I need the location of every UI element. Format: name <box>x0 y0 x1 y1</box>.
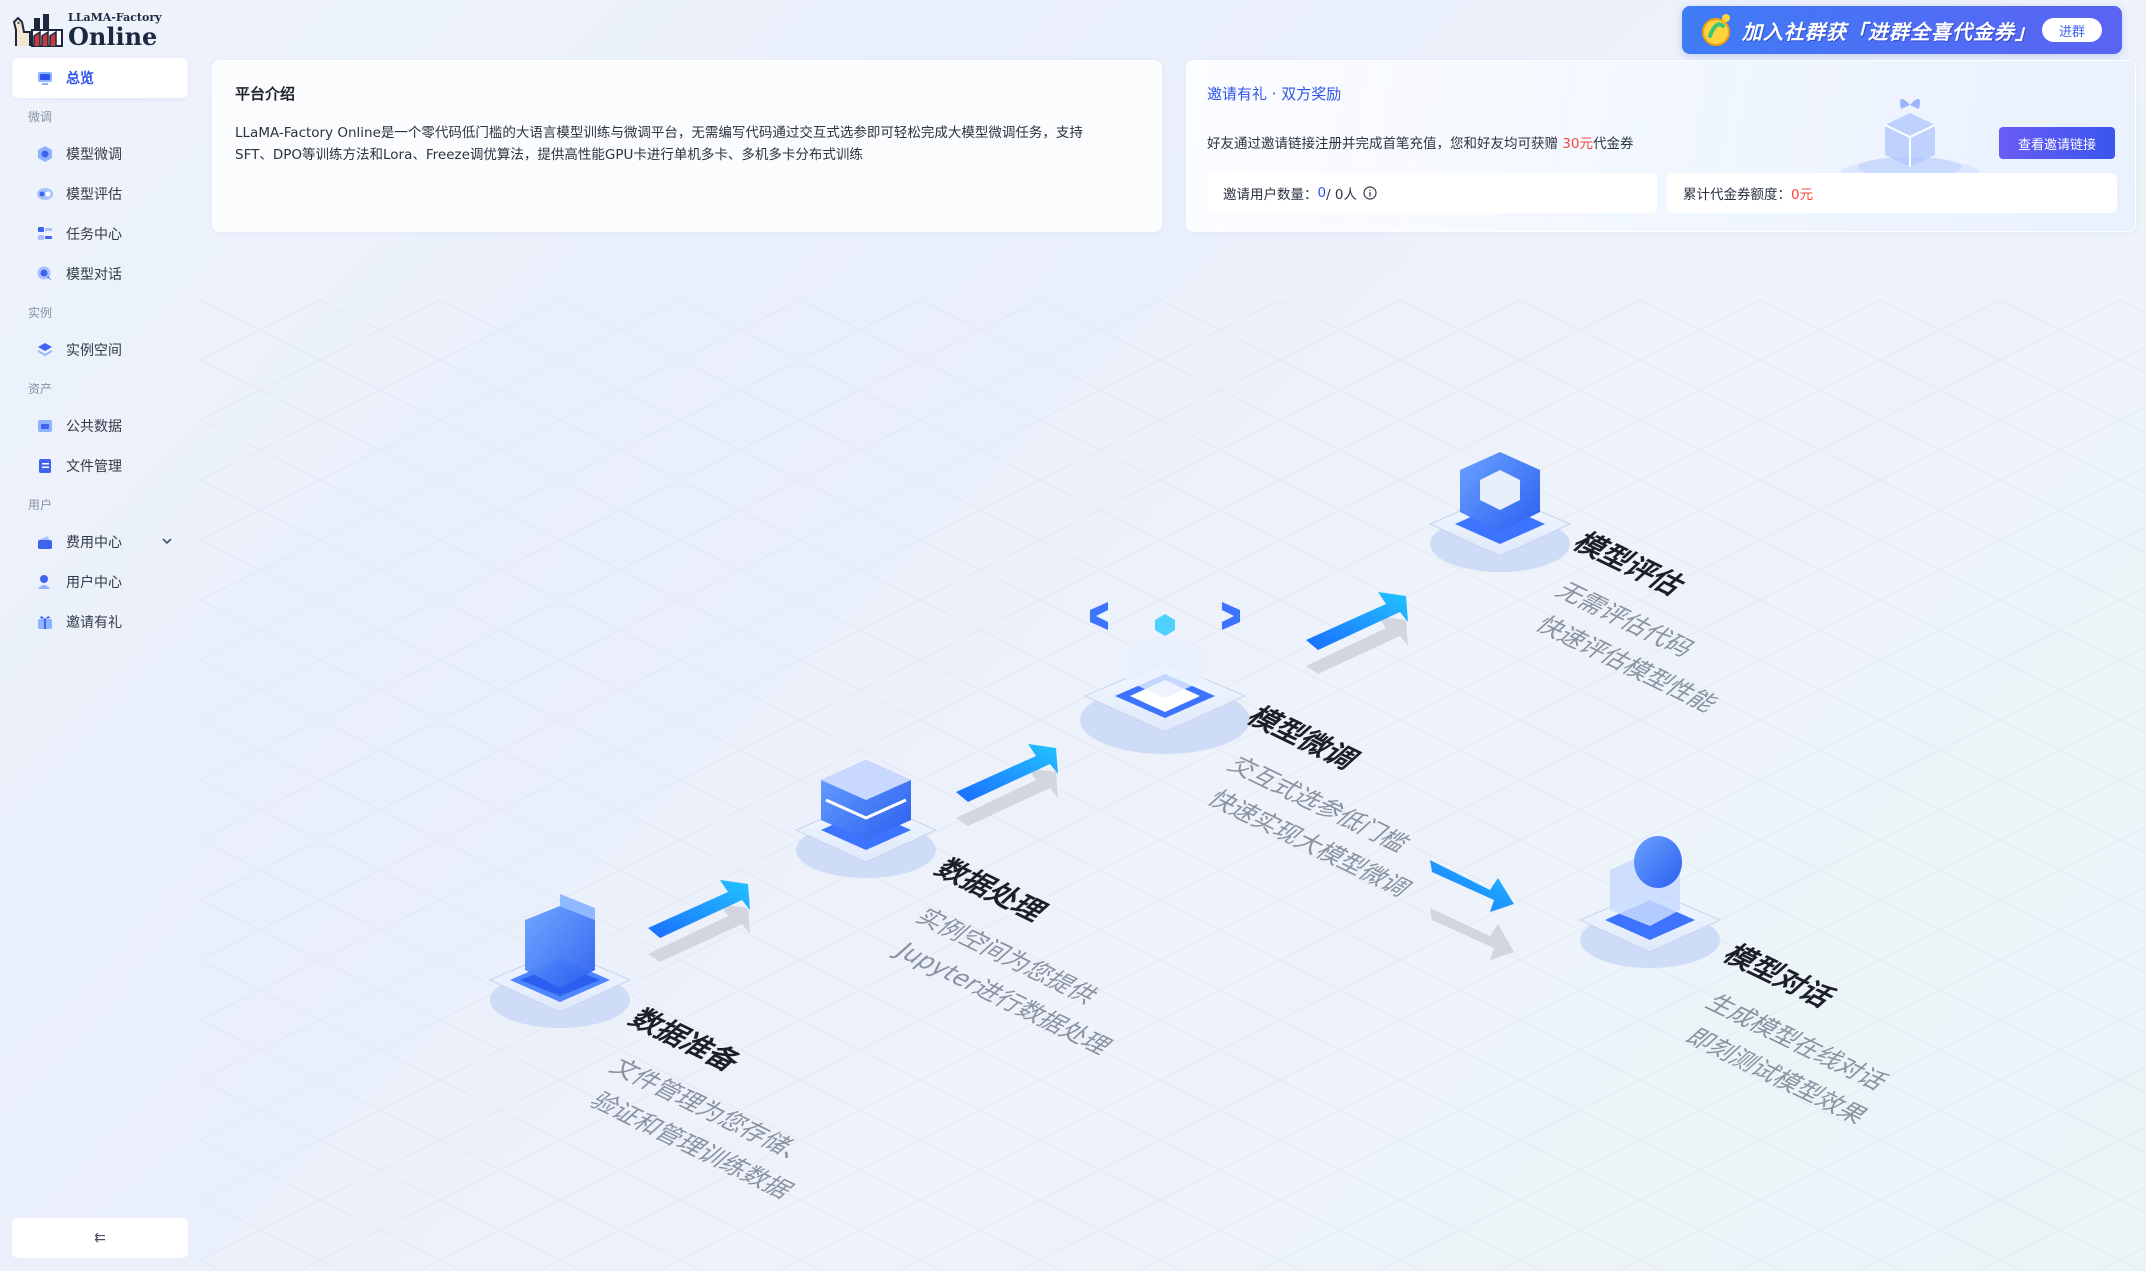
info-icon[interactable] <box>1363 186 1377 200</box>
invite-reward-amount: 30元 <box>1562 136 1593 152</box>
task-list-icon <box>36 225 54 243</box>
invite-card: 邀请有礼 · 双方奖励 好友通过邀请链接注册并完成首笔充值，您和好友均可获赠 3… <box>1186 60 2136 232</box>
evaluation-illustration <box>1428 452 1572 572</box>
step-title-finetune: 模型微调 <box>1239 701 1367 775</box>
logo[interactable]: LLaMA-Factory Online <box>12 8 162 52</box>
layers-icon <box>36 341 54 359</box>
platform-intro-card: 平台介绍 LLaMA-Factory Online是一个零代码低门槛的大语言模型… <box>212 60 1162 232</box>
nav-label: 公共数据 <box>66 419 122 435</box>
view-invite-link-button[interactable]: 查看邀请链接 <box>1999 127 2115 159</box>
data-prep-illustration <box>488 894 632 1028</box>
invited-users-label: 邀请用户数量： <box>1223 187 1318 203</box>
nav-item-task-center[interactable]: 任务中心 <box>12 214 188 254</box>
file-icon <box>36 457 54 475</box>
flow-arrows <box>648 592 1514 962</box>
nav-label: 邀请有礼 <box>66 615 122 631</box>
nav-item-user-center[interactable]: 用户中心 <box>12 562 188 602</box>
step-desc-chat-1: 生成模型在线对话 <box>1699 990 1895 1095</box>
invited-users-stat: 邀请用户数量： 0 / 0人 <box>1207 173 1657 213</box>
llama-factory-logo-icon <box>12 14 63 47</box>
step-title-chat: 模型对话 <box>1715 939 1843 1013</box>
gift-icon <box>36 613 54 631</box>
step-desc-chat-2: 即刻测试模型效果 <box>1679 1024 1875 1129</box>
nav-label: 任务中心 <box>66 227 122 243</box>
nav-item-public-data[interactable]: 公共数据 <box>12 406 188 446</box>
evaluate-icon <box>36 185 54 203</box>
finetune-icon <box>36 145 54 163</box>
step-desc-data-processing-1: 实例空间为您提供 <box>909 904 1105 1009</box>
total-credit-value: 0元 <box>1791 187 1814 203</box>
nav-label: 模型对话 <box>66 267 122 283</box>
invite-desc-suffix: 代金券 <box>1592 136 1634 152</box>
isometric-grid <box>200 300 2146 1271</box>
invited-users-total: / 0人 <box>1326 187 1358 203</box>
dashboard-icon <box>36 69 54 87</box>
invited-users-value: 0 <box>1317 185 1327 201</box>
intro-text: LLaMA-Factory Online是一个零代码低门槛的大语言模型训练与微调… <box>235 125 1083 163</box>
step-title-evaluation: 模型评估 <box>1565 527 1693 601</box>
nav-item-overview[interactable]: 总览 <box>12 58 188 98</box>
step-title-data-processing: 数据处理 <box>927 853 1055 927</box>
nav-label: 模型微调 <box>66 147 122 163</box>
banner-text: 加入社群获「进群全喜代金券」 <box>1742 19 2036 44</box>
data-processing-illustration <box>794 760 938 878</box>
side-nav: 总览 微调 模型微调 模型评估 任务中心 模型对话 实例 实例空间 资产 公共数… <box>12 58 188 642</box>
step-desc-data-prep-1: 文件管理为您存储、 <box>603 1054 820 1170</box>
total-credit-label: 累计代金券额度： <box>1683 187 1791 203</box>
step-desc-data-processing-2: Jupyter进行数据处理 <box>889 938 1119 1060</box>
nav-group-user: 用户 <box>28 497 53 512</box>
nav-item-model-chat[interactable]: 模型对话 <box>12 254 188 294</box>
nav-item-billing-center[interactable]: 费用中心 <box>12 522 188 562</box>
nav-group-assets: 资产 <box>28 381 53 396</box>
step-desc-finetune-2: 快速实现大模型微调 <box>1201 786 1418 902</box>
nav-group-instance: 实例 <box>28 305 53 320</box>
nav-label: 总览 <box>66 71 94 87</box>
join-group-button[interactable]: 进群 <box>2042 18 2102 42</box>
step-desc-evaluation-1: 无需评估代码 <box>1549 578 1702 662</box>
nav-item-file-mgmt[interactable]: 文件管理 <box>12 446 188 486</box>
collapse-sidebar-button[interactable]: ⇇ <box>12 1218 188 1258</box>
step-title-data-prep: 数据准备 <box>621 1003 749 1077</box>
nav-label: 模型评估 <box>66 187 122 203</box>
nav-item-model-eval[interactable]: 模型评估 <box>12 174 188 214</box>
step-desc-finetune-1: 交互式选参低门槛 <box>1221 752 1417 857</box>
wallet-icon <box>36 533 54 551</box>
chevron-down-icon[interactable] <box>160 534 174 548</box>
nav-item-invite[interactable]: 邀请有礼 <box>12 602 188 642</box>
sidebar: LLaMA-Factory Online 总览 微调 模型微调 模型评估 任务中… <box>0 0 200 1271</box>
step-desc-evaluation-2: 快速评估模型性能 <box>1529 612 1725 717</box>
nav-label: 实例空间 <box>66 343 122 359</box>
nav-item-instance-space[interactable]: 实例空间 <box>12 330 188 370</box>
intro-title: 平台介绍 <box>235 85 296 103</box>
logo-title: Online <box>68 21 158 51</box>
nav-label: 文件管理 <box>66 459 122 475</box>
logo-subtitle: LLaMA-Factory <box>68 10 162 24</box>
invite-desc-prefix: 好友通过邀请链接注册并完成首笔充值，您和好友均可获赠 <box>1207 136 1563 152</box>
chat-icon <box>36 265 54 283</box>
coin-icon <box>1702 14 1730 46</box>
collapse-icon: ⇇ <box>94 1230 106 1246</box>
nav-group-finetune: 微调 <box>28 109 53 124</box>
step-desc-data-prep-2: 验证和管理训练数据 <box>583 1088 800 1204</box>
database-icon <box>36 417 54 435</box>
community-banner[interactable]: 加入社群获「进群全喜代金券」 进群 <box>1682 6 2122 54</box>
total-credit-stat: 累计代金券额度： 0元 <box>1667 173 2117 213</box>
chat-illustration <box>1578 836 1722 968</box>
workflow-illustration: 数据准备 文件管理为您存储、 验证和管理训练数据 数据处理 实例空间为您提供 J… <box>200 240 2146 1271</box>
nav-item-model-finetune[interactable]: 模型微调 <box>12 134 188 174</box>
nav-label: 用户中心 <box>66 575 122 591</box>
finetune-illustration <box>1080 602 1250 754</box>
nav-label: 费用中心 <box>66 535 122 551</box>
user-icon <box>36 573 54 591</box>
